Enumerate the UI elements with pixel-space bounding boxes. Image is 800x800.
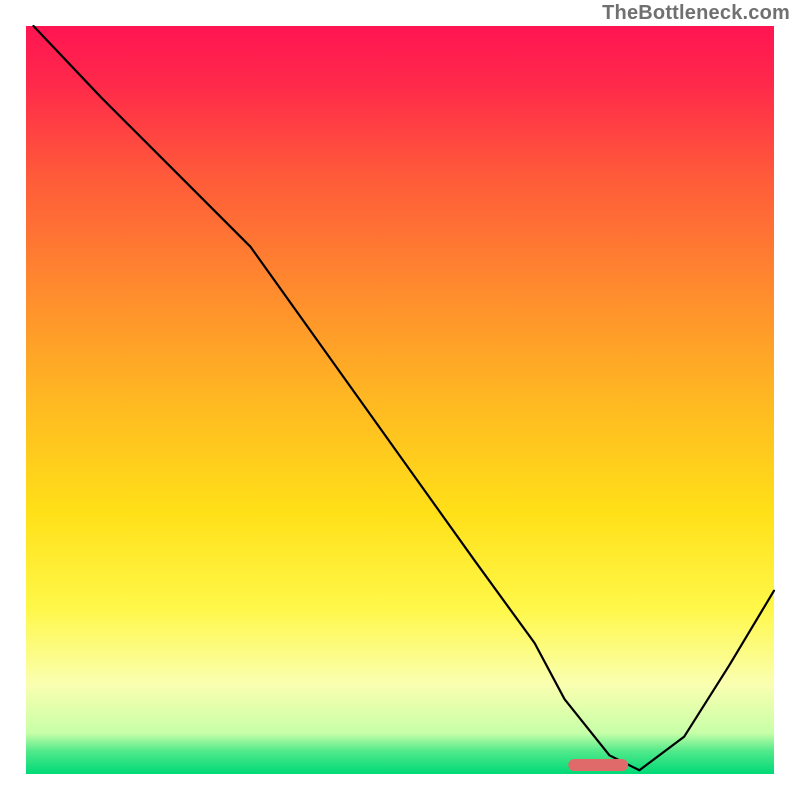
- watermark-label: TheBottleneck.com: [602, 2, 790, 25]
- bottleneck-chart: [0, 0, 800, 800]
- marker-optimal-range: [568, 759, 628, 771]
- chart-container: TheBottleneck.com: [0, 0, 800, 800]
- plot-background: [26, 26, 774, 774]
